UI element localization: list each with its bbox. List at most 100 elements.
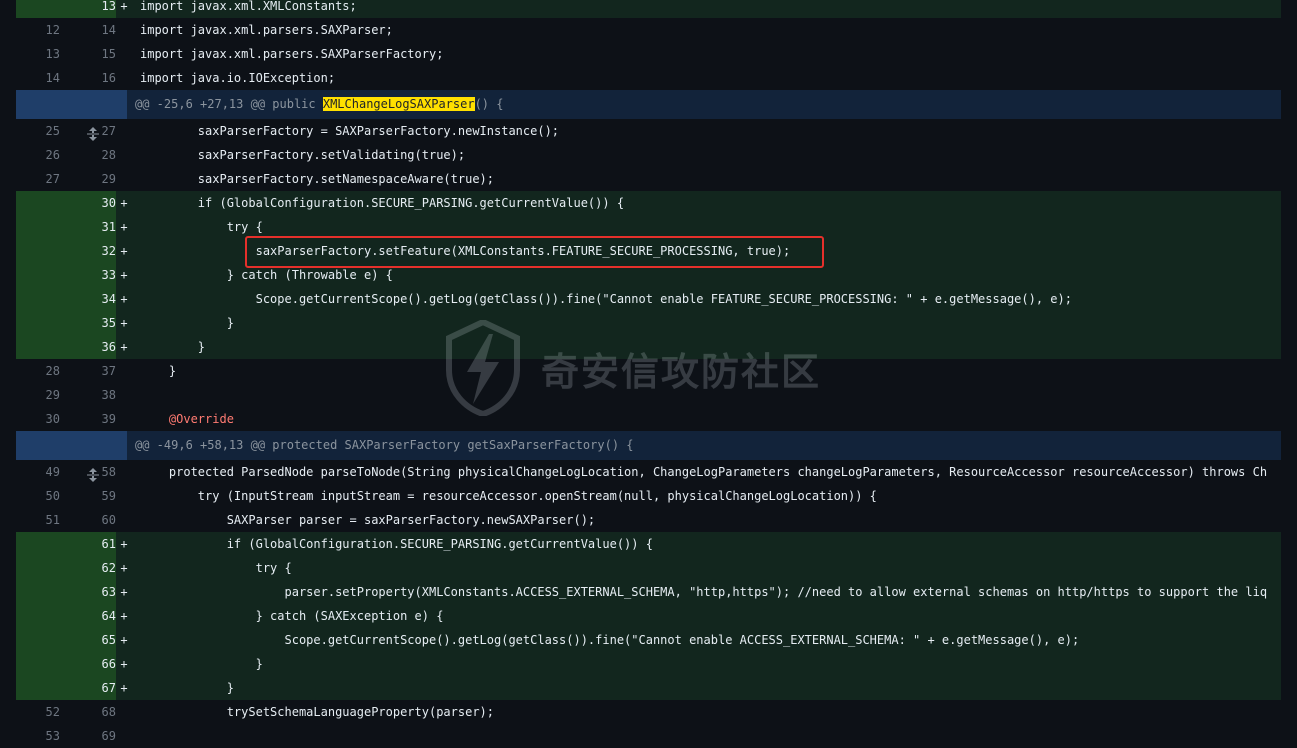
- diff-sign: +: [120, 657, 128, 671]
- new-line-number[interactable]: 31: [60, 215, 116, 239]
- old-line-number[interactable]: 53: [16, 724, 60, 748]
- new-line-number[interactable]: 15: [60, 42, 116, 66]
- old-line-number[interactable]: 28: [16, 359, 60, 383]
- diff-line: 34 + Scope.getCurrentScope().getLog(getC…: [16, 287, 1281, 311]
- new-line-number[interactable]: 16: [60, 66, 116, 90]
- code-line: try {: [140, 561, 292, 575]
- old-line-number: [16, 287, 60, 311]
- new-line-number[interactable]: 58: [60, 460, 116, 484]
- diff-line: 27 29 saxParserFactory.setNamespaceAware…: [16, 167, 1281, 191]
- hunk-header: @@ -25,6 +27,13 @@ public XMLChangeLogSA…: [16, 90, 1281, 141]
- old-line-number[interactable]: 27: [16, 167, 60, 191]
- code-line: import java.io.IOException;: [140, 71, 336, 85]
- watermark-text: 奇安信攻防社区: [541, 349, 822, 394]
- hunk-header-text: @@ -25,6 +27,13 @@ public XMLChangeLogSA…: [135, 97, 504, 111]
- diff-sign: [116, 383, 132, 407]
- new-line-number[interactable]: 61: [60, 532, 116, 556]
- diff-line: 30 + if (GlobalConfiguration.SECURE_PARS…: [16, 191, 1281, 215]
- new-line-number[interactable]: 34: [60, 287, 116, 311]
- new-line-number[interactable]: 67: [60, 676, 116, 700]
- code-line: if (GlobalConfiguration.SECURE_PARSING.g…: [140, 196, 625, 210]
- old-line-number[interactable]: 29: [16, 383, 60, 407]
- diff-sign: [116, 42, 132, 66]
- diff-line: 13 15 import javax.xml.parsers.SAXParser…: [16, 42, 1281, 66]
- diff-sign: +: [120, 292, 128, 306]
- code-line: } catch (SAXException e) {: [140, 609, 444, 623]
- old-line-number: [16, 604, 60, 628]
- new-line-number[interactable]: 29: [60, 167, 116, 191]
- new-line-number[interactable]: 36: [60, 335, 116, 359]
- diff-line: 14 16 import java.io.IOException;: [16, 66, 1281, 90]
- diff-sign: +: [120, 220, 128, 234]
- watermark: 奇安信攻防社区: [445, 318, 821, 418]
- new-line-number[interactable]: 32: [60, 239, 116, 263]
- old-line-number: [16, 0, 60, 18]
- new-line-number[interactable]: 28: [60, 143, 116, 167]
- diff-sign: [116, 167, 132, 191]
- new-line-number[interactable]: 65: [60, 628, 116, 652]
- diff-sign: +: [120, 585, 128, 599]
- old-line-number[interactable]: 25: [16, 119, 60, 143]
- old-line-number[interactable]: 12: [16, 18, 60, 42]
- new-line-number[interactable]: 37: [60, 359, 116, 383]
- new-line-number[interactable]: 14: [60, 18, 116, 42]
- code-line: try (InputStream inputStream = resourceA…: [140, 489, 877, 503]
- new-line-number[interactable]: 68: [60, 700, 116, 724]
- diff-line: 13 + import javax.xml.XMLConstants;: [16, 0, 1281, 18]
- diff-sign: [116, 508, 132, 532]
- old-line-number[interactable]: 50: [16, 484, 60, 508]
- diff-sign: +: [120, 681, 128, 695]
- hunk-header: @@ -49,6 +58,13 @@ protected SAXParserFa…: [16, 431, 1281, 482]
- diff-line: 67 + }: [16, 676, 1281, 700]
- expand-icon[interactable]: [16, 90, 127, 141]
- old-line-number[interactable]: 26: [16, 143, 60, 167]
- new-line-number[interactable]: 63: [60, 580, 116, 604]
- diff-line: 61 + if (GlobalConfiguration.SECURE_PARS…: [16, 532, 1281, 556]
- old-line-number: [16, 556, 60, 580]
- diff-sign: [116, 18, 132, 42]
- new-line-number[interactable]: 33: [60, 263, 116, 287]
- new-line-number[interactable]: 13: [60, 0, 116, 18]
- diff-sign: +: [120, 561, 128, 575]
- new-line-number[interactable]: 30: [60, 191, 116, 215]
- code-line: }: [140, 657, 263, 671]
- diff-line: 62 + try {: [16, 556, 1281, 580]
- old-line-number: [16, 676, 60, 700]
- new-line-number[interactable]: 69: [60, 724, 116, 748]
- code-line: import javax.xml.XMLConstants;: [140, 0, 357, 13]
- diff-line: 52 68 trySetSchemaLanguageProperty(parse…: [16, 700, 1281, 724]
- new-line-number[interactable]: 64: [60, 604, 116, 628]
- code-line: saxParserFactory.setNamespaceAware(true)…: [140, 172, 495, 186]
- diff-line: 51 60 SAXParser parser = saxParserFactor…: [16, 508, 1281, 532]
- old-line-number[interactable]: 30: [16, 407, 60, 431]
- new-line-number[interactable]: 59: [60, 484, 116, 508]
- code-line: }: [140, 681, 234, 695]
- expand-icon[interactable]: [16, 431, 127, 482]
- old-line-number[interactable]: 49: [16, 460, 60, 484]
- diff-line: 63 + parser.setProperty(XMLConstants.ACC…: [16, 580, 1281, 604]
- old-line-number: [16, 532, 60, 556]
- old-line-number: [16, 311, 60, 335]
- old-line-number[interactable]: 52: [16, 700, 60, 724]
- diff-sign: +: [120, 268, 128, 282]
- new-line-number[interactable]: 66: [60, 652, 116, 676]
- new-line-number[interactable]: 60: [60, 508, 116, 532]
- code-line: import javax.xml.parsers.SAXParserFactor…: [140, 47, 444, 61]
- old-line-number[interactable]: 14: [16, 66, 60, 90]
- old-line-number: [16, 239, 60, 263]
- diff-sign: +: [120, 0, 128, 13]
- diff-line: 65 + Scope.getCurrentScope().getLog(getC…: [16, 628, 1281, 652]
- new-line-number[interactable]: 39: [60, 407, 116, 431]
- diff-sign: [116, 359, 132, 383]
- diff-sign: [116, 724, 132, 748]
- old-line-number: [16, 215, 60, 239]
- new-line-number[interactable]: 35: [60, 311, 116, 335]
- new-line-number[interactable]: 62: [60, 556, 116, 580]
- diff-line: 26 28 saxParserFactory.setValidating(tru…: [16, 143, 1281, 167]
- diff-sign: +: [120, 537, 128, 551]
- new-line-number[interactable]: 38: [60, 383, 116, 407]
- new-line-number[interactable]: 27: [60, 119, 116, 143]
- old-line-number[interactable]: 13: [16, 42, 60, 66]
- old-line-number[interactable]: 51: [16, 508, 60, 532]
